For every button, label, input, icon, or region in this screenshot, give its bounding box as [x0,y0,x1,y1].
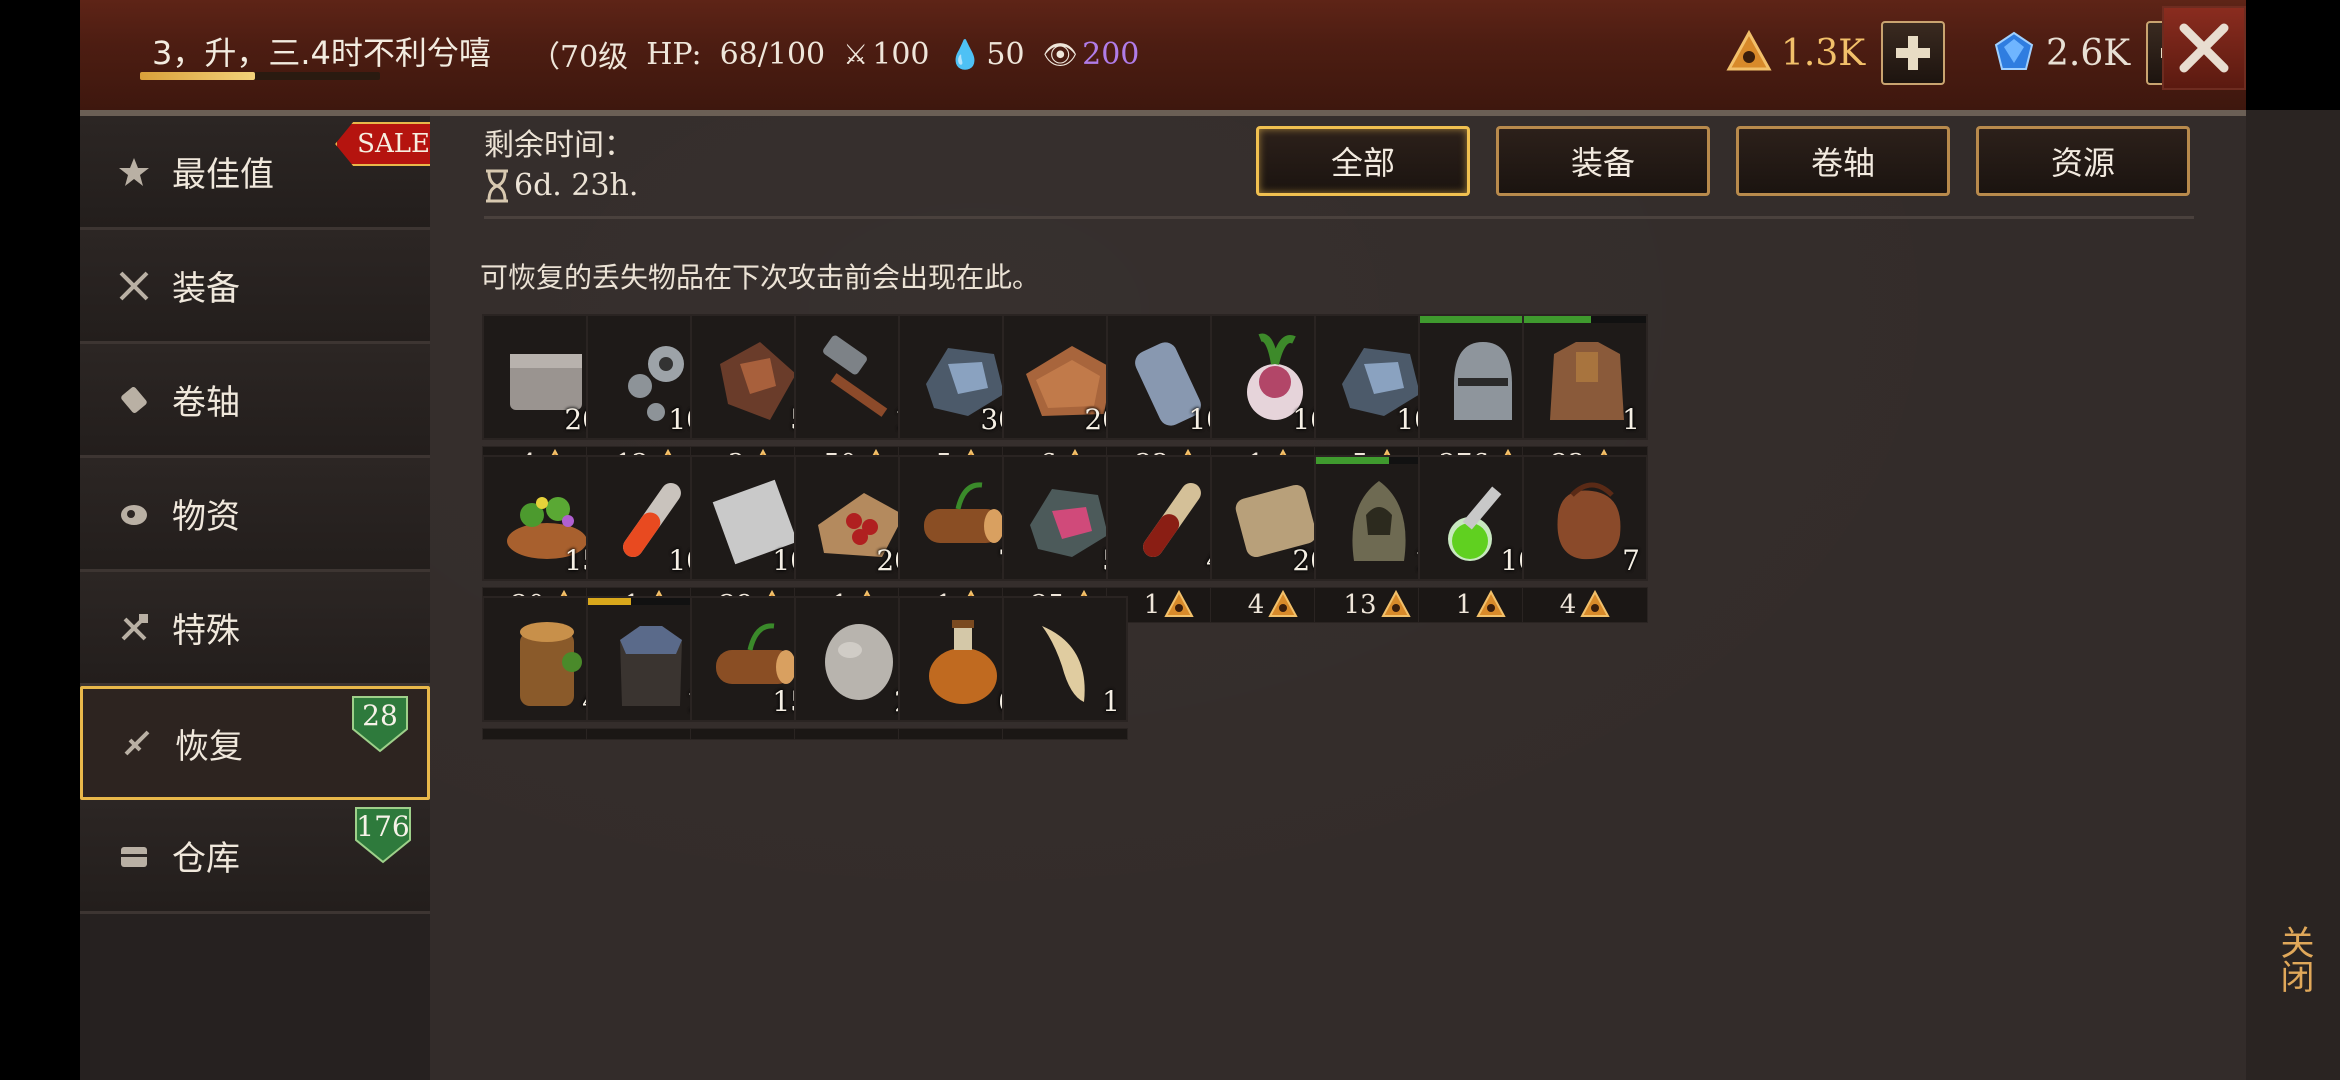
durability-fill [1316,457,1390,464]
mana-value: 50 [986,36,1025,72]
sword-icon: ⚔ [843,37,869,71]
tab-resources[interactable]: 资源 [1976,126,2190,196]
price-value: 13 [1343,590,1377,620]
sidebar-item-label: 恢复 [175,726,243,767]
chest-icon [116,838,152,874]
crossed-swords-icon [116,268,152,304]
time-remaining-label: 剩余时间： [484,128,634,163]
divider [484,216,2194,219]
player-name[interactable]: 3，升，三.4时不利兮嘻 [152,28,491,74]
gold-currency: 1.3K [1725,18,1946,88]
durability-bar [1524,316,1646,323]
durability-fill [1420,316,1524,323]
restore-icon [119,725,155,761]
category-sidebar: 最佳值 SALE 装备 卷轴 物资 特殊 恢复 28 仓库 176 [80,116,438,1080]
item-quantity: 1 [1622,403,1640,436]
warehouse-count-badge: 176 [354,806,412,864]
sidebar-item-restore[interactable]: 恢复 28 [80,686,430,800]
top-bar: 3，升，三.4时不利兮嘻 （70级 HP: 68/100 ⚔ 100 💧 50 👁 2… [80,0,2246,116]
sidebar-item-label: 装备 [172,269,240,309]
supplies-icon [116,496,152,532]
time-remaining-value: 6d. 23h. [514,168,639,203]
restore-price[interactable] [1002,728,1128,740]
vision-stat: 👁 200 [1043,37,1140,72]
gems-value: 2.6K [2046,32,2131,74]
sidebar-item-label: 卷轴 [172,383,240,423]
gold-coin-icon [1725,29,1773,77]
sidebar-item-special[interactable]: 特殊 [80,572,430,686]
gold-coin-icon [1476,590,1506,617]
durability-fill [1524,316,1592,323]
xp-bar-fill [140,72,256,80]
item-slot[interactable]: 1 [1522,314,1648,440]
item-slot[interactable]: 7 [1522,455,1648,581]
sidebar-item-label: 最佳值 [172,155,274,195]
tools-icon [116,610,152,646]
info-text: 可恢复的丢失物品在下次攻击前会出现在此。 [480,261,1041,294]
gold-coin-icon [1580,590,1610,617]
restore-price[interactable]: 4 [1522,587,1648,623]
sidebar-item-equipment[interactable]: 装备 [80,230,430,344]
item-quantity: 7 [1622,544,1640,577]
restore-count: 28 [362,699,398,732]
sidebar-item-scrolls[interactable]: 卷轴 [80,344,430,458]
star-icon [116,154,152,190]
gem-icon [1990,29,2038,77]
attack-stat: ⚔ 100 [843,37,929,72]
price-value: 1 [1455,590,1473,620]
price-value: 1 [1143,590,1161,620]
tab-all[interactable]: 全部 [1256,126,1470,196]
drop-icon: 💧 [947,37,983,71]
item-cell[interactable]: 74 [1522,455,1648,623]
close-text-button[interactable]: 关闭 [2270,925,2319,993]
close-button[interactable] [2162,6,2246,90]
sidebar-item-label: 特殊 [172,611,240,651]
player-stats: （70级 HP: 68/100 ⚔ 100 💧 50 👁 200 [530,32,1139,76]
item-quantity: 1 [1102,685,1120,718]
attack-value: 100 [872,36,930,72]
scroll-icon [116,382,152,418]
gold-coin-icon [1164,590,1194,617]
filter-tabs: 全部 装备 卷轴 资源 [1256,126,2190,196]
close-icon [2179,23,2229,73]
time-remaining: 6d. 23h. [484,168,638,203]
gold-coin-icon [1268,590,1298,617]
sidebar-item-supplies[interactable]: 物资 [80,458,430,572]
price-value: 4 [1559,590,1577,620]
sidebar-item-warehouse[interactable]: 仓库 176 [80,800,430,914]
eye-icon: 👁 [1042,37,1079,71]
hp-value: 68/100 [719,36,826,72]
sidebar-item-best-value[interactable]: 最佳值 SALE [80,116,438,230]
hourglass-icon [486,169,508,202]
tab-scrolls[interactable]: 卷轴 [1736,126,1950,196]
warehouse-count: 176 [356,810,410,843]
tab-equipment[interactable]: 装备 [1496,126,1710,196]
price-value: 4 [1247,590,1265,620]
gold-coin-icon [1380,590,1411,617]
sidebar-item-label: 仓库 [172,839,240,879]
sale-badge: SALE [335,122,438,166]
gold-value: 1.3K [1781,32,1866,74]
hp-label: HP: [646,36,702,72]
mana-stat: 💧 50 [948,37,1025,72]
durability-fill [588,598,631,605]
level-label: （70级 [530,40,629,75]
vision-value: 200 [1082,36,1140,72]
add-gold-button[interactable] [1881,21,1946,85]
item-slot[interactable]: 1 [1002,596,1128,722]
sidebar-item-label: 物资 [172,497,240,537]
xp-bar [140,72,380,80]
restore-count-badge: 28 [351,695,409,753]
item-cell[interactable]: 1 [1002,596,1128,740]
